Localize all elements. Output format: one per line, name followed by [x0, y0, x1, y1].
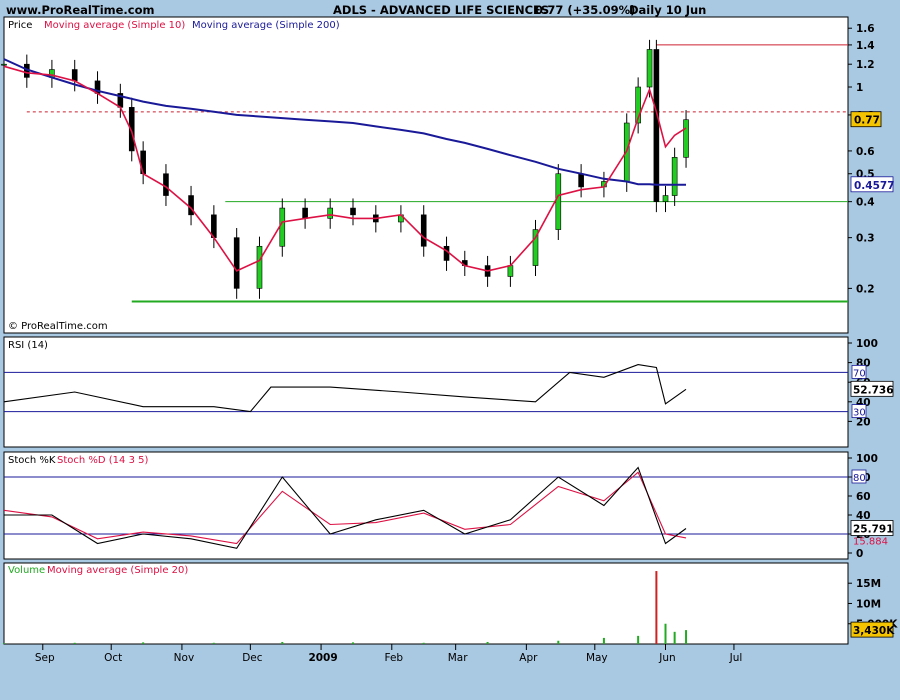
ma200-last-label: 0.4577	[854, 180, 895, 192]
price-candle-body	[671, 157, 678, 196]
price-y-tick-label: 0.2	[856, 283, 875, 295]
x-axis-label: Feb	[384, 652, 403, 664]
volume-bar	[142, 642, 145, 644]
price-candle-body	[662, 195, 669, 202]
x-axis-label: 2009	[308, 652, 337, 664]
legend-volume: Volume	[8, 565, 45, 576]
legend-price: Price	[8, 20, 32, 31]
rsi-level-label: 70	[853, 368, 866, 379]
volume-y-tick-label: 15M	[856, 578, 881, 590]
price-candle-body	[233, 237, 240, 289]
stoch-y-tick-label: 60	[856, 491, 871, 503]
price-candle-body	[188, 195, 194, 216]
x-axis-label: May	[586, 652, 608, 664]
price-candle-body	[507, 265, 514, 277]
legend-ma200: Moving average (Simple 200)	[192, 20, 340, 31]
price-y-tick-label: 0.3	[856, 233, 875, 245]
price-candle-body	[279, 207, 286, 247]
price-candle-body	[443, 245, 450, 261]
x-axis-label: Apr	[519, 652, 538, 664]
price-y-tick-label: 1	[856, 82, 863, 94]
stoch-level-label: 80	[853, 473, 866, 484]
volume-bar	[3, 643, 5, 644]
price-candle-body	[302, 207, 308, 219]
price-y-tick-label: 0.6	[856, 146, 875, 158]
rsi-last-label: 52.736	[853, 384, 894, 396]
x-axis-label: Jul	[729, 652, 743, 664]
price-candle-body	[683, 119, 689, 158]
volume-bar	[685, 630, 688, 644]
last-price-label: 0.77	[854, 115, 880, 127]
rsi-level-label: 30	[853, 408, 866, 419]
panel-stochastic	[3, 451, 849, 560]
stoch-y-tick-label: 100	[856, 453, 878, 465]
price-candle-body	[350, 207, 356, 216]
price-candle-body	[420, 214, 427, 247]
panel-rsi	[3, 336, 849, 448]
price-y-tick-label: 1.6	[856, 23, 875, 35]
volume-bar	[557, 640, 560, 644]
legend-ma10: Moving average (Simple 10)	[44, 20, 185, 31]
price-candle-body	[653, 49, 660, 202]
x-axis-label: Sep	[35, 652, 55, 664]
legend-stoch-d: Stoch %D (14 3 5)	[57, 455, 148, 466]
price-candle-body	[555, 173, 562, 230]
volume-bar	[281, 641, 284, 644]
price-y-tick-label: 0.4	[856, 197, 875, 209]
volume-bar	[352, 642, 355, 644]
stoch-d-last-label: 15.884	[853, 536, 888, 547]
legend-rsi: RSI (14)	[8, 340, 48, 351]
volume-bar	[655, 571, 658, 644]
price-candle-body	[256, 245, 263, 289]
price-candle-body	[71, 69, 78, 82]
x-axis-label: Jun	[658, 652, 675, 664]
price-candle-body	[327, 207, 333, 219]
volume-bar	[73, 642, 76, 644]
stoch-k-last-label: 25.791	[853, 523, 894, 535]
x-axis-label: Dec	[242, 652, 263, 664]
price-candle-body	[1, 63, 7, 66]
volume-bar	[637, 635, 640, 644]
volume-y-tick-label: 10M	[856, 598, 881, 610]
panel-price	[3, 16, 849, 334]
legend-volume-ma: Moving average (Simple 20)	[47, 565, 188, 576]
x-axis-label: Oct	[104, 652, 122, 664]
x-axis-label: Mar	[448, 652, 468, 664]
volume-last-label: 3,430K	[853, 625, 895, 637]
stoch-y-tick-label: 0	[856, 548, 863, 560]
legend-stoch-k: Stoch %K	[8, 455, 56, 466]
x-axis-label: Nov	[174, 652, 195, 664]
price-candle-body	[646, 49, 653, 88]
price-y-tick-label: 1.4	[856, 40, 875, 52]
volume-bar	[212, 642, 215, 644]
volume-bar	[422, 642, 425, 644]
volume-bar	[486, 641, 489, 644]
chart-canvas[interactable]: SepOctNovDec2009FebMarAprMayJunJulAugPri…	[0, 0, 900, 700]
price-candle-body	[578, 173, 584, 188]
watermark: © ProRealTime.com	[8, 321, 108, 332]
rsi-y-tick-label: 100	[856, 338, 878, 350]
volume-bar	[664, 623, 667, 644]
volume-bar	[673, 631, 676, 644]
price-candle-body	[163, 173, 169, 196]
volume-bar	[602, 637, 605, 644]
price-y-tick-label: 1.2	[856, 59, 875, 71]
